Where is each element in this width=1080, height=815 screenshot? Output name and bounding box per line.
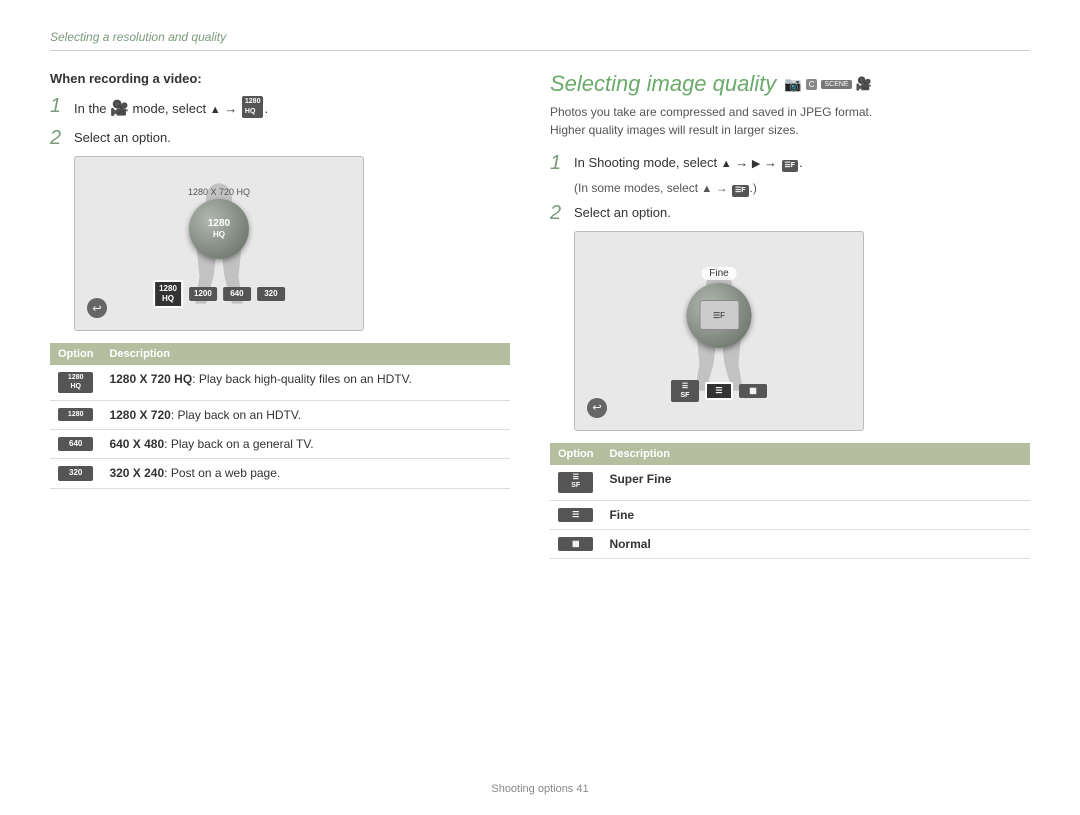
title-text: Selecting image quality — [550, 71, 776, 97]
right-step-1: 1 In Shooting mode, select ▲ → ▶ → ☰F. — [550, 153, 1030, 173]
step-1: 1 In the 🎥 mode, select ▲ → 1280HQ. — [50, 96, 510, 120]
step-2-text: Select an option. — [74, 128, 171, 148]
fine-opt-f: ☰ — [705, 382, 733, 400]
f-desc-bold: Fine — [609, 508, 634, 522]
right-step-2-number: 2 — [550, 203, 568, 223]
row-desc: Normal — [601, 529, 1030, 558]
table-row: ☰SF Super Fine — [550, 465, 1030, 500]
page-footer: Shooting options 41 — [0, 783, 1080, 795]
section-title: Selecting a resolution and quality — [50, 30, 1030, 51]
row-icon-badge: 1280HQ — [58, 372, 93, 393]
row-icon-badge: 640 — [58, 437, 93, 451]
step-2-number: 2 — [50, 128, 68, 148]
fine-opt-sf: ☰SF — [671, 380, 699, 402]
right-step-1-number: 1 — [550, 153, 568, 173]
subsection-heading: When recording a video: — [50, 71, 510, 86]
left-option-table: Option Description 1280HQ 1280 X 720 HQ:… — [50, 343, 510, 489]
right-subtitle: Photos you take are compressed and saved… — [550, 103, 1030, 139]
dial-circle: 1280HQ — [189, 199, 249, 259]
row-desc: 1280 X 720 HQ: Play back high-quality fi… — [101, 365, 510, 400]
left-column: When recording a video: 1 In the 🎥 mode,… — [50, 71, 510, 559]
row-desc: 320 X 240: Post on a web page. — [101, 459, 510, 488]
row-desc: Super Fine — [601, 465, 1030, 500]
scene-icon: SCENE — [821, 80, 851, 89]
row-icon: 640 — [50, 430, 101, 459]
right-step-1-sub: (In some modes, select ▲ → ☰F.) — [574, 181, 1030, 197]
row-desc-bold: 1280 X 720 — [109, 408, 170, 422]
page-container: Selecting a resolution and quality When … — [0, 0, 1080, 815]
row-desc-bold: 1280 X 720 HQ — [109, 372, 192, 386]
table-row: ☰ Fine — [550, 500, 1030, 529]
right-column: Selecting image quality 📷 C SCENE 🎥 Phot… — [550, 71, 1030, 559]
step-1-number: 1 — [50, 96, 68, 116]
opt-badge-320: 320 — [257, 287, 285, 301]
table-row: ▦ Normal — [550, 529, 1030, 558]
n-icon-badge: ▦ — [558, 537, 593, 551]
fine-preview-box: Fine ☰F ☰SF ☰ ▦ ↩ — [574, 231, 864, 431]
dial-label: 1280 X 720 HQ — [188, 187, 250, 197]
right-step-2: 2 Select an option. — [550, 203, 1030, 223]
two-column-layout: When recording a video: 1 In the 🎥 mode,… — [50, 71, 1030, 559]
right-col-option: Option — [550, 443, 601, 465]
row-icon: 320 — [50, 459, 101, 488]
dial-container: 1280 X 720 HQ 1280HQ — [188, 187, 250, 259]
right-step-1-text: In Shooting mode, select ▲ → ▶ → ☰F. — [574, 153, 803, 173]
table-row: 1280 1280 X 720: Play back on an HDTV. — [50, 401, 510, 430]
video-mode-icon: 🎥 — [856, 76, 872, 92]
dial-text: 1280HQ — [208, 218, 230, 240]
col-option: Option — [50, 343, 101, 365]
fine-options-row: ☰SF ☰ ▦ — [671, 380, 767, 402]
step-2: 2 Select an option. — [50, 128, 510, 148]
fine-opt-n: ▦ — [739, 384, 767, 398]
opt-badge-1280hq: 1280HQ — [153, 280, 183, 309]
row-icon-badge: 320 — [58, 466, 93, 480]
table-header-row: Option Description — [50, 343, 510, 365]
fine-label: Fine — [701, 267, 736, 280]
table-row: 320 320 X 240: Post on a web page. — [50, 459, 510, 488]
cam-icon2: C — [806, 79, 818, 90]
opt-badge-640: 640 — [223, 287, 251, 301]
col-description: Description — [101, 343, 510, 365]
subtitle-line1: Photos you take are compressed and saved… — [550, 105, 872, 119]
row-icon: ▦ — [550, 529, 601, 558]
subtitle-line2: Higher quality images will result in lar… — [550, 123, 799, 137]
sf-desc-bold: Super Fine — [609, 472, 671, 486]
preview-inner: 1280 X 720 HQ 1280HQ 1280HQ 1200 640 320 — [75, 157, 363, 330]
right-option-table: Option Description ☰SF Super Fine — [550, 443, 1030, 560]
step-1-text: In the 🎥 mode, select ▲ → 1280HQ. — [74, 96, 268, 120]
right-section-title: Selecting image quality 📷 C SCENE 🎥 — [550, 71, 1030, 97]
row-icon-badge: 1280 — [58, 408, 93, 421]
options-row: 1280HQ 1200 640 320 — [153, 280, 285, 309]
row-desc-bold: 320 X 240 — [109, 466, 164, 480]
right-step-2-text: Select an option. — [574, 203, 671, 223]
right-col-description: Description — [601, 443, 1030, 465]
footer-text: Shooting options — [491, 783, 573, 795]
table-row: 1280HQ 1280 X 720 HQ: Play back high-qua… — [50, 365, 510, 400]
row-icon: ☰ — [550, 500, 601, 529]
fine-dial-icon: ☰F — [699, 300, 739, 330]
camera-icon: 📷 — [784, 76, 801, 93]
sf-icon-badge: ☰SF — [558, 472, 593, 493]
video-preview-box: 1280 X 720 HQ 1280HQ 1280HQ 1200 640 320 — [74, 156, 364, 331]
fine-dial-container: Fine ☰F — [687, 267, 752, 348]
row-desc: Fine — [601, 500, 1030, 529]
f-icon-badge: ☰ — [558, 508, 593, 522]
n-desc-bold: Normal — [609, 537, 650, 551]
table-row: 640 640 X 480: Play back on a general TV… — [50, 430, 510, 459]
footer-page: 41 — [576, 783, 588, 795]
row-desc: 1280 X 720: Play back on an HDTV. — [101, 401, 510, 430]
title-icons: 📷 C SCENE 🎥 — [784, 76, 872, 93]
row-desc-bold: 640 X 480 — [109, 437, 164, 451]
row-icon: 1280 — [50, 401, 101, 430]
row-icon: 1280HQ — [50, 365, 101, 400]
opt-badge-1200: 1200 — [189, 287, 217, 301]
fine-back-button[interactable]: ↩ — [587, 398, 607, 418]
fine-dial-circle: ☰F — [687, 283, 752, 348]
row-desc: 640 X 480: Play back on a general TV. — [101, 430, 510, 459]
row-icon: ☰SF — [550, 465, 601, 500]
right-table-header-row: Option Description — [550, 443, 1030, 465]
